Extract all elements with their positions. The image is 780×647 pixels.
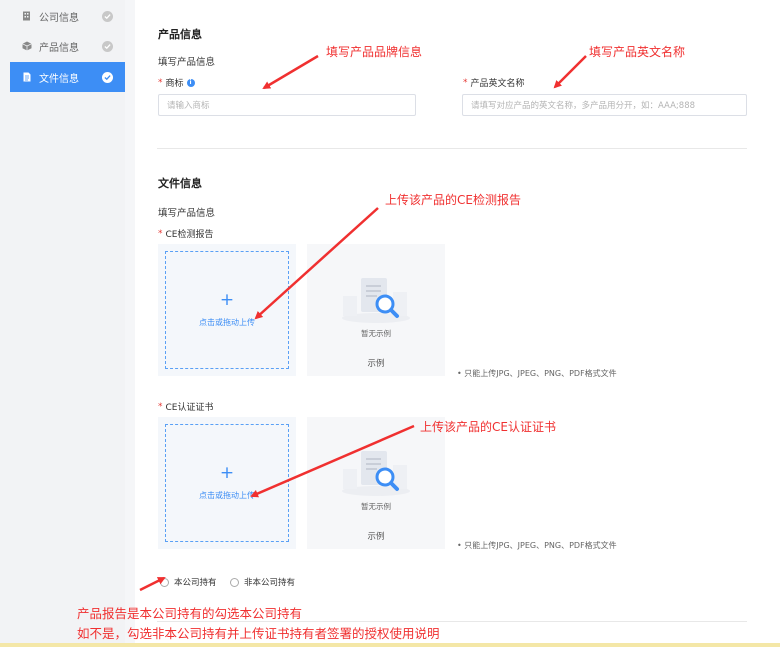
ce-report-arrow xyxy=(254,207,379,320)
annotation-english-name: 填写产品英文名称 xyxy=(589,45,686,59)
bottom-highlight-bar xyxy=(0,643,780,647)
annotation-ce-cert: 上传该产品的CE认证证书 xyxy=(420,420,556,434)
ce-cert-arrow xyxy=(250,424,415,498)
annotation-ownership-line2: 如不是，勾选非本公司持有并上传证书持有者签署的授权使用说明 xyxy=(77,626,440,641)
english-name-arrow xyxy=(553,55,587,89)
ownership-arrow xyxy=(139,576,166,592)
annotation-ce-report: 上传该产品的CE检测报告 xyxy=(385,193,521,207)
annotation-ownership-line1: 产品报告是本公司持有的勾选本公司持有 xyxy=(77,606,303,621)
annotation-arrows xyxy=(139,54,587,592)
brand-arrow xyxy=(262,54,319,90)
annotation-brand: 填写产品品牌信息 xyxy=(326,45,423,59)
